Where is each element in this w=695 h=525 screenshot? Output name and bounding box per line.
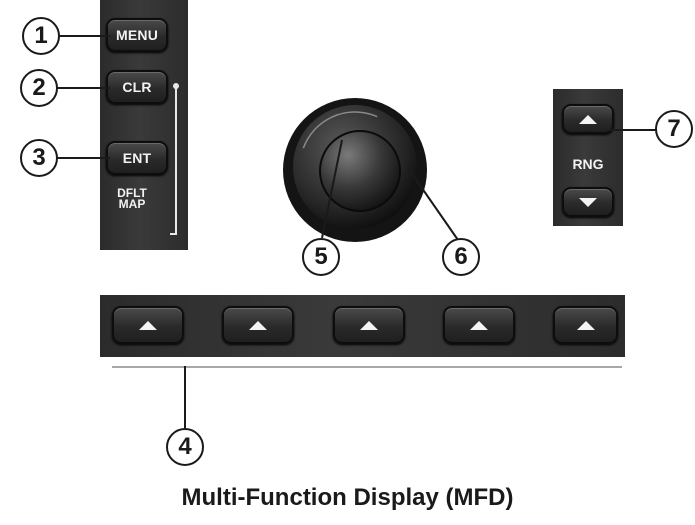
callout-3: 3: [20, 139, 58, 177]
callout-5: 5: [302, 238, 340, 276]
callout-1: 1: [22, 17, 60, 55]
leader-lines-knob: [321, 139, 459, 241]
callout-2: 2: [20, 69, 58, 107]
figure-caption: Multi-Function Display (MFD): [181, 484, 514, 511]
callout-4: 4: [166, 428, 204, 466]
callout-6: 6: [442, 238, 480, 276]
callout-7: 7: [655, 110, 693, 148]
